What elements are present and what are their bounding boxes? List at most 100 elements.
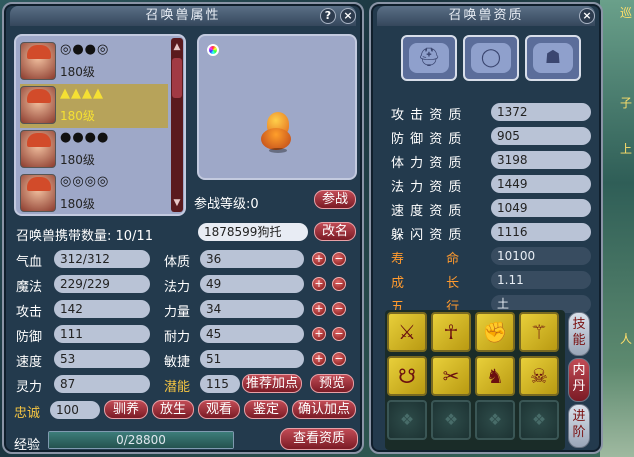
aptitude-value-attack: 1372 xyxy=(491,103,591,121)
color-wheel-icon[interactable] xyxy=(207,44,219,56)
recommend-points-button[interactable]: 推荐加点 xyxy=(242,374,302,393)
scene-text: 人 xyxy=(619,332,632,346)
aptitude-label-dodge: 躲 闪 资 质 xyxy=(391,228,463,243)
tab-skills[interactable]: 技能 xyxy=(568,312,590,356)
skill-slot[interactable]: ⚚ xyxy=(519,312,559,352)
help-button[interactable]: ? xyxy=(320,8,336,24)
aptitude-value-dodge: 1116 xyxy=(491,223,591,241)
pet-stars: ▲▲▲▲ xyxy=(60,86,104,101)
confirm-points-button[interactable]: 确认加点 xyxy=(292,400,356,419)
tame-button[interactable]: 驯养 xyxy=(104,400,148,419)
pet-level: 180级 xyxy=(60,65,95,79)
tab-advance[interactable]: 进阶 xyxy=(568,404,590,448)
tab-neidan[interactable]: 内丹 xyxy=(568,358,590,402)
appraise-button[interactable]: 鉴定 xyxy=(244,400,288,419)
aptitude-label-magic: 法 力 资 质 xyxy=(391,180,463,195)
scroll-down-icon[interactable]: ▼ xyxy=(172,198,182,208)
release-button[interactable]: 放生 xyxy=(152,400,194,419)
scroll-up-icon[interactable]: ▲ xyxy=(172,42,182,52)
stat-value-speed: 53 xyxy=(54,350,150,368)
stat-value-agility: 51 xyxy=(200,350,304,368)
pet-list-item[interactable]: ◎◎◎◎ 180级 xyxy=(20,172,168,216)
equip-slot-armor[interactable]: ☗ xyxy=(525,35,581,81)
plus-icon[interactable]: + xyxy=(312,327,326,341)
aptitude-label-speed: 速 度 资 质 xyxy=(391,204,463,219)
necklace-icon: ◯ xyxy=(471,43,511,73)
stat-label-defense: 防御 xyxy=(16,330,43,345)
watch-button[interactable]: 观看 xyxy=(198,400,240,419)
minus-icon[interactable]: − xyxy=(332,302,346,316)
stat-value-attack: 142 xyxy=(54,300,150,318)
exp-bar: 0/28800 xyxy=(48,431,234,449)
skill-slot[interactable]: ♞ xyxy=(475,356,515,396)
life-label: 寿 命 xyxy=(391,252,460,267)
stat-value-defense: 111 xyxy=(54,325,150,343)
minus-icon[interactable]: − xyxy=(332,252,346,266)
plus-icon[interactable]: + xyxy=(312,252,326,266)
window-title: 召唤兽资质 xyxy=(377,6,595,26)
empty-skill-slot[interactable]: ❖ xyxy=(475,400,515,440)
pet-level: 180级 xyxy=(60,153,95,167)
battle-button[interactable]: 参战 xyxy=(314,190,356,209)
scene-text: 巡 xyxy=(619,6,632,20)
stat-label-magic: 法力 xyxy=(164,280,191,295)
pet-list-item[interactable]: ●●●● 180级 xyxy=(20,128,168,172)
aptitude-value-magic: 1449 xyxy=(491,175,591,193)
minus-icon[interactable]: − xyxy=(332,327,346,341)
pet-model xyxy=(261,112,293,153)
loyalty-label: 忠诚 xyxy=(14,406,41,421)
skill-slot[interactable]: ☥ xyxy=(431,312,471,352)
rename-button[interactable]: 改名 xyxy=(314,222,356,241)
pet-list-scrollbar[interactable]: ▲ ▼ xyxy=(171,38,183,212)
pet-stars: ◎●●◎ xyxy=(60,42,110,57)
life-value: 10100 xyxy=(491,247,591,265)
equip-slot-helmet[interactable]: ⛑ xyxy=(401,35,457,81)
skill-slot[interactable]: ⚔ xyxy=(387,312,427,352)
empty-skill-slot[interactable]: ❖ xyxy=(387,400,427,440)
stat-label-attack: 攻击 xyxy=(16,305,43,320)
aptitude-label-defense: 防 御 资 质 xyxy=(391,132,463,147)
equip-slot-necklace[interactable]: ◯ xyxy=(463,35,519,81)
stat-label-hp: 气血 xyxy=(16,255,43,270)
pet-stars: ●●●● xyxy=(60,130,110,145)
pet-list-item[interactable]: ◎●●◎ 180级 xyxy=(20,40,168,84)
pet-preview xyxy=(197,34,357,180)
pet-name-input[interactable]: 1878599狗托 xyxy=(198,223,308,241)
stat-label-agility: 敏捷 xyxy=(164,355,191,370)
preview-button[interactable]: 预览 xyxy=(310,374,354,393)
growth-label: 成 长 xyxy=(391,276,460,291)
skill-slot[interactable]: ✂ xyxy=(431,356,471,396)
skill-slot[interactable]: ☠ xyxy=(519,356,559,396)
pet-attributes-window: 召唤兽属性 ? × ◎●●◎ 180级 ▲▲▲▲ 180级 ●●●● 180级 … xyxy=(2,2,364,454)
pet-avatar xyxy=(20,130,56,168)
aptitude-label-attack: 攻 击 资 质 xyxy=(391,108,463,123)
view-aptitude-button[interactable]: 查看资质 xyxy=(280,428,358,450)
aptitude-value-defense: 905 xyxy=(491,127,591,145)
stat-value-hp: 312/312 xyxy=(54,250,150,268)
stat-label-endurance: 耐力 xyxy=(164,330,191,345)
pet-stars: ◎◎◎◎ xyxy=(60,174,110,189)
stat-label-constitution: 体质 xyxy=(164,255,191,270)
plus-icon[interactable]: + xyxy=(312,352,326,366)
scene-text: 上 xyxy=(619,142,632,156)
close-button[interactable]: × xyxy=(579,8,595,24)
pet-list-item-selected[interactable]: ▲▲▲▲ 180级 xyxy=(20,84,168,128)
minus-icon[interactable]: − xyxy=(332,352,346,366)
pet-level: 180级 xyxy=(60,197,95,211)
empty-skill-slot[interactable]: ❖ xyxy=(519,400,559,440)
scroll-thumb[interactable] xyxy=(172,58,182,98)
plus-icon[interactable]: + xyxy=(312,302,326,316)
helmet-icon: ⛑ xyxy=(409,43,449,73)
pet-avatar xyxy=(20,86,56,124)
plus-icon[interactable]: + xyxy=(312,277,326,291)
aptitude-value-speed: 1049 xyxy=(491,199,591,217)
aptitude-value-stamina: 3198 xyxy=(491,151,591,169)
stat-value-mp: 229/229 xyxy=(54,275,150,293)
empty-skill-slot[interactable]: ❖ xyxy=(431,400,471,440)
skill-slot[interactable]: ☋ xyxy=(387,356,427,396)
close-button[interactable]: × xyxy=(340,8,356,24)
skill-slot[interactable]: ✊ xyxy=(475,312,515,352)
minus-icon[interactable]: − xyxy=(332,277,346,291)
stat-value-endurance: 45 xyxy=(200,325,304,343)
stat-value-magic: 49 xyxy=(200,275,304,293)
